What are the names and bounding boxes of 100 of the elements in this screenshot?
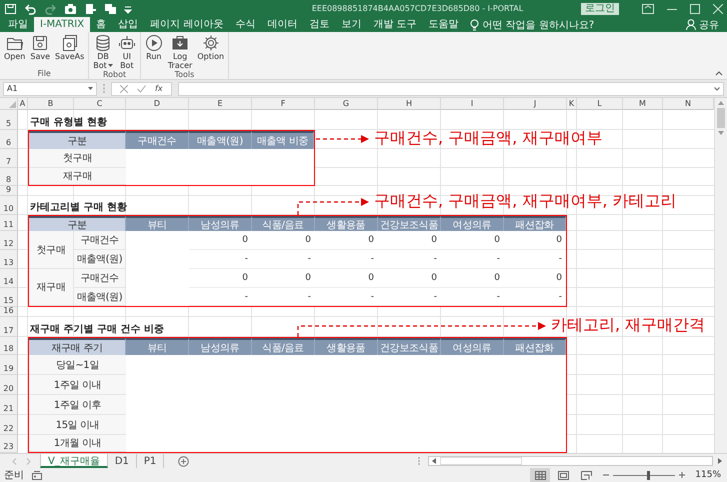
row-header[interactable]: 9: [0, 186, 18, 196]
name-box[interactable]: A1: [3, 82, 97, 96]
row-label: 1주일 이내: [29, 375, 126, 395]
column-header[interactable]: B: [28, 98, 74, 110]
collapse-ribbon-icon[interactable]: [715, 71, 723, 76]
ribbon-button[interactable]: UI Bot: [116, 34, 138, 70]
row-header[interactable]: 23: [0, 435, 18, 453]
ribbon-tab[interactable]: 검토: [303, 17, 336, 32]
ribbon-tab[interactable]: I-MATRIX: [34, 17, 90, 32]
ribbon-tab[interactable]: 수식: [229, 17, 262, 32]
row-header[interactable]: 5: [0, 110, 18, 130]
row-label: 구매건수: [74, 269, 126, 288]
ribbon-button[interactable]: Open: [2, 34, 28, 69]
page-break-view-icon: [580, 470, 592, 480]
column-header[interactable]: K: [567, 98, 577, 110]
column-header[interactable]: J: [504, 98, 567, 110]
row-header[interactable]: 10: [0, 196, 18, 215]
ribbon-tab[interactable]: 데이터: [261, 17, 304, 32]
scroll-left-icon[interactable]: [432, 458, 436, 464]
column-heading: 식품/음료: [252, 216, 315, 231]
column-heading: 건강보조식품: [378, 216, 441, 231]
row-header[interactable]: 22: [0, 415, 18, 435]
document-icon[interactable]: [84, 2, 97, 14]
row-header[interactable]: 16: [0, 307, 18, 317]
row-header[interactable]: 12: [0, 231, 18, 250]
scrollbar-thumb[interactable]: [717, 108, 725, 128]
column-header[interactable]: F: [252, 98, 315, 110]
row-header[interactable]: 11: [0, 215, 18, 231]
insert-function-button[interactable]: fx: [155, 84, 163, 93]
column-heading: 매출액(원): [189, 131, 252, 149]
ribbon-tab[interactable]: 홈: [90, 17, 112, 32]
macro-record-icon[interactable]: [32, 470, 42, 480]
ribbon-tab[interactable]: 파일: [2, 17, 34, 32]
enter-icon[interactable]: [137, 84, 146, 92]
ribbon-button[interactable]: DB Bot: [91, 34, 115, 70]
ribbon-tab[interactable]: 보기: [335, 17, 368, 32]
zoom-level[interactable]: 115%: [695, 470, 721, 480]
row-label: 구매건수: [74, 231, 126, 250]
copy-icon[interactable]: [104, 2, 117, 14]
ribbon-tab[interactable]: 도움말: [422, 17, 464, 32]
row-header[interactable]: 19: [0, 355, 18, 375]
section-title: 구매 유형별 현황: [29, 116, 107, 130]
column-heading: 구분: [29, 131, 126, 149]
row-header[interactable]: 8: [0, 168, 18, 186]
column-header[interactable]: E: [189, 98, 252, 110]
scroll-down-icon[interactable]: [718, 131, 724, 135]
column-header[interactable]: I: [441, 98, 504, 110]
login-button[interactable]: 로그인: [581, 2, 619, 14]
share-button[interactable]: 공유: [699, 18, 719, 32]
column-header[interactable]: G: [315, 98, 378, 110]
maximize-icon[interactable]: [690, 4, 700, 14]
ribbon-button[interactable]: Save: [28, 34, 52, 69]
ribbon-tab[interactable]: 페이지 레이아웃: [144, 17, 230, 32]
column-header[interactable]: D: [126, 98, 189, 110]
column-heading: 매출액 비중: [252, 131, 314, 149]
expand-caret-icon[interactable]: [714, 86, 720, 90]
ribbon-button[interactable]: Run: [142, 34, 165, 70]
ribbon-button[interactable]: SaveAs: [53, 34, 86, 69]
ribbon-button[interactable]: Log Tracer: [166, 34, 194, 70]
formula-input[interactable]: [178, 82, 724, 96]
column-header[interactable]: M: [623, 98, 663, 110]
row-header[interactable]: 13: [0, 250, 18, 269]
column-header[interactable]: A: [18, 98, 28, 110]
ribbon-button[interactable]: Option: [195, 34, 226, 70]
zoom-out-icon[interactable]: [603, 472, 610, 478]
ribbon-tab[interactable]: 삽입: [112, 17, 144, 32]
tell-me-field[interactable]: 어떤 작업을 원하시나요?: [482, 18, 594, 32]
close-icon[interactable]: [713, 4, 723, 14]
row-header[interactable]: 18: [0, 337, 18, 355]
database-icon: [94, 34, 112, 52]
caret-icon: [88, 86, 93, 90]
normal-view-button[interactable]: [530, 468, 550, 482]
row-header[interactable]: 15: [0, 288, 18, 307]
undo-icon[interactable]: [24, 2, 37, 14]
row-header[interactable]: 20: [0, 375, 18, 395]
ribbon-display-icon[interactable]: [642, 4, 654, 14]
column-heading: 구매건수: [126, 131, 189, 149]
row-header[interactable]: 17: [0, 317, 18, 337]
row-header[interactable]: 14: [0, 269, 18, 288]
row-header[interactable]: 7: [0, 149, 18, 168]
row-header[interactable]: 21: [0, 395, 18, 415]
row-header[interactable]: 6: [0, 130, 18, 149]
column-header[interactable]: C: [74, 98, 126, 110]
scroll-right-icon[interactable]: [718, 458, 722, 464]
camera-icon[interactable]: [64, 2, 77, 14]
zoom-in-icon[interactable]: [679, 472, 686, 478]
row-label: 1개월 이내: [29, 435, 126, 452]
scroll-up-icon[interactable]: [718, 101, 724, 105]
dashed-arrow: [297, 198, 369, 215]
ribbon-tab[interactable]: 개발 도구: [367, 17, 422, 32]
add-sheet-icon[interactable]: [178, 456, 190, 466]
horizontal-scrollbar[interactable]: [428, 456, 713, 466]
cancel-icon[interactable]: [120, 84, 128, 92]
robot-icon: [118, 34, 136, 52]
column-header[interactable]: H: [378, 98, 441, 110]
sheet-tab[interactable]: V_재구매율: [40, 454, 108, 468]
save-icon[interactable]: [4, 2, 17, 14]
column-header[interactable]: L: [577, 98, 623, 110]
column-heading: 재구매 주기: [29, 338, 126, 355]
column-header[interactable]: N: [663, 98, 714, 110]
